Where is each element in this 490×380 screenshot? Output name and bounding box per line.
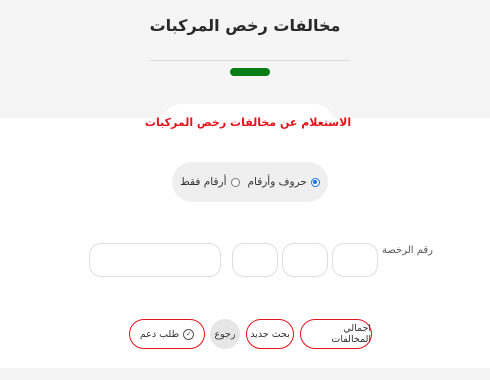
radio-letters-numbers-label: حروف وأرقام [247,176,307,188]
plate-number-input[interactable] [89,243,221,277]
title-divider [150,60,350,61]
back-button[interactable]: رجوع [210,319,240,349]
support-request-label: طلب دعم [139,328,180,340]
footer-strip [0,368,490,380]
check-circle-icon: ✓ [183,328,195,340]
radio-dot-checked-icon[interactable] [310,177,320,187]
plate-char-1-input[interactable] [332,243,378,277]
new-search-label: بحث جديد [250,328,290,340]
total-violations-button[interactable]: اجمالي المخالفات [300,319,372,349]
query-label: الاستعلام عن مخالفات رخص المركبات [144,115,352,129]
page-title: مخالفات رخص المركبات [149,16,341,35]
total-violations-label: اجمالي المخالفات [331,323,371,345]
plate-char-3-input[interactable] [232,243,278,277]
query-tab: الاستعلام عن مخالفات رخص المركبات [145,104,351,140]
header: مخالفات رخص المركبات [0,0,490,118]
radio-dot-icon[interactable] [230,177,240,187]
plate-char-2-input[interactable] [282,243,328,277]
radio-numbers-only-label: أرقام فقط [180,176,227,188]
support-request-button[interactable]: ✓ طلب دعم [129,319,205,349]
plate-number-label: رقم الرخصة [382,245,434,256]
radio-numbers-only[interactable]: أرقام فقط [180,176,240,188]
back-label: رجوع [214,328,236,340]
green-accent-bar [230,68,270,76]
radio-letters-numbers[interactable]: حروف وأرقام [248,176,320,188]
input-mode-selector: حروف وأرقام أرقام فقط [172,162,328,202]
new-search-button[interactable]: بحث جديد [246,319,294,349]
